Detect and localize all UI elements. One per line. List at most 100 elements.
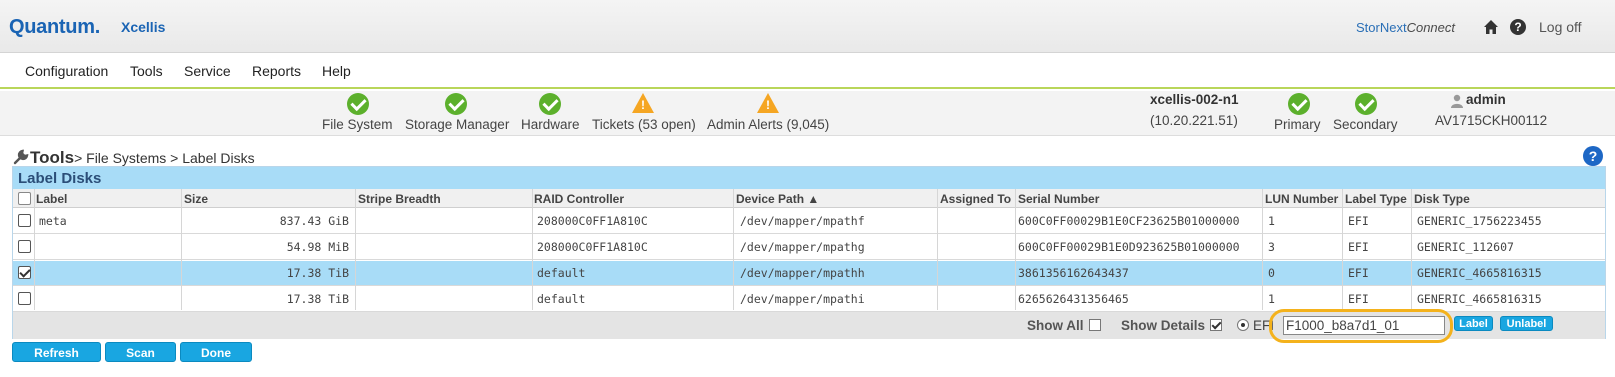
cell-device: /dev/mapper/mpathf bbox=[740, 214, 865, 228]
warning-mark: ! bbox=[641, 98, 645, 112]
hardware-ok-icon[interactable] bbox=[539, 93, 561, 115]
done-button[interactable]: Done bbox=[180, 342, 252, 362]
status-storage-manager[interactable]: Storage Manager bbox=[405, 117, 509, 132]
node-name: xcellis-002-n1 bbox=[1150, 92, 1239, 107]
cell-lun: 1 bbox=[1268, 292, 1275, 306]
table-row[interactable]: meta 837.43 GiB 208000C0FF1A810C /dev/ma… bbox=[13, 209, 1605, 234]
system-serial: AV1715CKH00112 bbox=[1435, 113, 1548, 128]
status-tickets[interactable]: Tickets (53 open) bbox=[592, 117, 696, 132]
file-system-ok-icon[interactable] bbox=[347, 93, 369, 115]
cell-device: /dev/mapper/mpathh bbox=[740, 266, 865, 280]
user-icon bbox=[1451, 94, 1463, 108]
cell-disk-type: GENERIC_4665816315 bbox=[1417, 292, 1542, 306]
page-help-icon[interactable]: ? bbox=[1583, 146, 1603, 166]
unlabel-button[interactable]: Unlabel bbox=[1500, 316, 1553, 331]
col-stripe-breadth[interactable]: Stripe Breadth bbox=[358, 192, 441, 206]
col-label[interactable]: Label bbox=[36, 192, 67, 206]
label-disks-panel: Label Disks Label Size Stripe Breadth RA… bbox=[12, 166, 1606, 343]
col-label-type[interactable]: Label Type bbox=[1345, 192, 1407, 206]
menu-help[interactable]: Help bbox=[322, 63, 351, 79]
col-disk-type[interactable]: Disk Type bbox=[1414, 192, 1470, 206]
efi-radio[interactable] bbox=[1237, 319, 1249, 331]
refresh-button[interactable]: Refresh bbox=[12, 342, 101, 362]
menu-service[interactable]: Service bbox=[184, 63, 231, 79]
col-raid-controller[interactable]: RAID Controller bbox=[534, 192, 624, 206]
wrench-icon bbox=[13, 149, 29, 165]
column-divider bbox=[937, 189, 938, 310]
tickets-warning-icon[interactable]: ! bbox=[632, 93, 654, 113]
admin-alerts-warning-icon[interactable]: ! bbox=[757, 93, 779, 113]
status-primary[interactable]: Primary bbox=[1274, 117, 1321, 132]
panel-title: Label Disks bbox=[13, 167, 1605, 189]
highlight-annotation bbox=[1269, 309, 1453, 343]
cell-raid: 208000C0FF1A810C bbox=[537, 240, 648, 254]
home-icon[interactable] bbox=[1483, 19, 1499, 35]
cell-raid: default bbox=[537, 266, 586, 280]
node-ip: (10.20.221.51) bbox=[1150, 113, 1238, 128]
cell-size: 17.38 TiB bbox=[286, 266, 349, 280]
cell-serial: 6265626431356465 bbox=[1018, 292, 1129, 306]
status-hardware[interactable]: Hardware bbox=[521, 117, 580, 132]
cell-label-type: EFI bbox=[1348, 292, 1369, 306]
column-divider bbox=[1015, 189, 1016, 310]
table-row-selected[interactable]: 17.38 TiB default /dev/mapper/mpathh 386… bbox=[13, 261, 1605, 286]
table-footer: Show All Show Details EFI Label Unlabel bbox=[13, 309, 1605, 343]
col-assigned-to[interactable]: Assigned To bbox=[940, 192, 1011, 206]
show-details-label: Show Details bbox=[1121, 318, 1206, 333]
scan-button[interactable]: Scan bbox=[105, 342, 176, 362]
primary-ok-icon[interactable] bbox=[1288, 93, 1310, 115]
breadcrumb-path: > File Systems > Label Disks bbox=[74, 150, 255, 166]
cell-raid: default bbox=[537, 292, 586, 306]
cell-device: /dev/mapper/mpathi bbox=[740, 292, 865, 306]
connect-text: Connect bbox=[1406, 20, 1455, 35]
row-checkbox[interactable] bbox=[18, 266, 31, 279]
status-admin-alerts[interactable]: Admin Alerts (9,045) bbox=[707, 117, 829, 132]
cell-serial: 3861356162643437 bbox=[1018, 266, 1129, 280]
col-device-path-label: Device Path bbox=[736, 192, 805, 206]
cell-size: 837.43 GiB bbox=[279, 214, 349, 228]
show-all-checkbox[interactable] bbox=[1089, 319, 1101, 331]
cell-lun: 3 bbox=[1268, 240, 1275, 254]
user-name[interactable]: admin bbox=[1466, 92, 1506, 107]
breadcrumb-root[interactable]: Tools bbox=[30, 148, 74, 167]
status-bar: File System Storage Manager Hardware ! T… bbox=[0, 91, 1615, 136]
quantum-logo[interactable]: Quantum. bbox=[9, 16, 100, 39]
help-icon[interactable]: ? bbox=[1510, 19, 1526, 35]
status-file-system[interactable]: File System bbox=[322, 117, 393, 132]
column-divider bbox=[1411, 189, 1412, 310]
show-details-checkbox[interactable] bbox=[1210, 319, 1222, 331]
col-lun-number[interactable]: LUN Number bbox=[1265, 192, 1338, 206]
main-menu: Configuration Tools Service Reports Help bbox=[0, 53, 1615, 89]
cell-device: /dev/mapper/mpathg bbox=[740, 240, 865, 254]
show-all-label: Show All bbox=[1027, 318, 1084, 333]
col-size[interactable]: Size bbox=[184, 192, 208, 206]
stornext-connect-link[interactable]: StorNextConnect bbox=[1356, 20, 1455, 35]
cell-label-type: EFI bbox=[1348, 214, 1369, 228]
col-serial-number[interactable]: Serial Number bbox=[1018, 192, 1099, 206]
label-button[interactable]: Label bbox=[1454, 316, 1493, 331]
table-row[interactable]: 54.98 MiB 208000C0FF1A810C /dev/mapper/m… bbox=[13, 235, 1605, 260]
secondary-ok-icon[interactable] bbox=[1355, 93, 1377, 115]
breadcrumb: Tools> File Systems > Label Disks bbox=[12, 145, 255, 168]
menu-reports[interactable]: Reports bbox=[252, 63, 301, 79]
table-header: Label Size Stripe Breadth RAID Controlle… bbox=[13, 189, 1605, 208]
col-device-path[interactable]: Device Path ▲ bbox=[736, 192, 819, 206]
sort-ascending-icon: ▲ bbox=[807, 192, 820, 206]
product-name: Xcellis bbox=[121, 19, 166, 35]
cell-label-type: EFI bbox=[1348, 266, 1369, 280]
logoff-link[interactable]: Log off bbox=[1539, 19, 1582, 35]
cell-size: 54.98 MiB bbox=[286, 240, 349, 254]
storage-manager-ok-icon[interactable] bbox=[445, 93, 467, 115]
warning-mark: ! bbox=[766, 98, 770, 112]
menu-configuration[interactable]: Configuration bbox=[25, 63, 108, 79]
row-checkbox[interactable] bbox=[18, 292, 31, 305]
column-divider bbox=[181, 189, 182, 310]
select-all-checkbox[interactable] bbox=[18, 192, 31, 205]
row-checkbox[interactable] bbox=[18, 240, 31, 253]
cell-lun: 1 bbox=[1268, 214, 1275, 228]
status-secondary[interactable]: Secondary bbox=[1333, 117, 1398, 132]
row-checkbox[interactable] bbox=[18, 214, 31, 227]
menu-tools[interactable]: Tools bbox=[130, 63, 163, 79]
brand-dot: . bbox=[94, 16, 101, 38]
cell-serial: 600C0FF00029B1E0CF23625B01000000 bbox=[1018, 214, 1240, 228]
